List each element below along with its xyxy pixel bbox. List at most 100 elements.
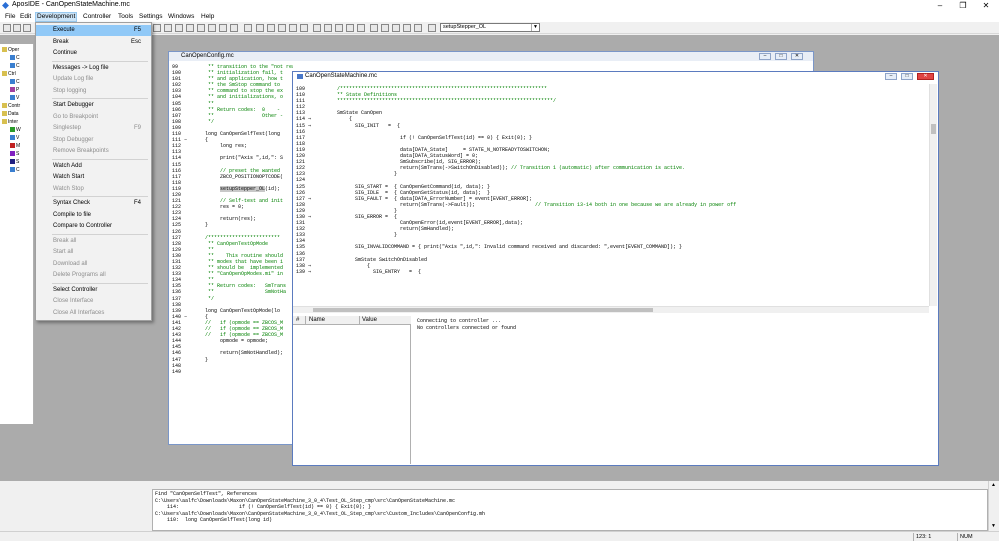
menu-file[interactable]: File bbox=[4, 13, 16, 20]
tool-icon-16[interactable] bbox=[324, 24, 332, 32]
tree-item[interactable]: V bbox=[10, 135, 19, 141]
config-maximize-icon[interactable]: □ bbox=[775, 53, 787, 60]
folder-icon[interactable] bbox=[428, 24, 436, 32]
menu-item-shortcut: Esc bbox=[130, 38, 141, 45]
tool-icon-13[interactable] bbox=[289, 24, 297, 32]
tree-item[interactable]: V bbox=[10, 95, 19, 101]
tool-icon-18[interactable] bbox=[346, 24, 354, 32]
scroll-up-icon[interactable]: ▲ bbox=[991, 482, 996, 488]
sm-code[interactable]: /***************************************… bbox=[325, 86, 927, 306]
watch-header-name[interactable]: Name bbox=[309, 317, 325, 323]
save-icon[interactable] bbox=[23, 24, 31, 32]
output-text[interactable]: Find "CanOpenSelfTest", References C:\Us… bbox=[155, 491, 485, 524]
tool-icon-6[interactable] bbox=[208, 24, 216, 32]
scroll-down-icon[interactable]: ▼ bbox=[991, 523, 996, 529]
menu-item-continue[interactable]: Continue bbox=[36, 48, 151, 59]
menu-development[interactable]: Development bbox=[35, 12, 78, 22]
tool-icon-11[interactable] bbox=[267, 24, 275, 32]
menu-item-break-all: Break all bbox=[36, 236, 151, 247]
config-minimize-icon[interactable]: – bbox=[759, 53, 771, 60]
tree-item[interactable]: Inter bbox=[2, 119, 18, 125]
tool-icon-22[interactable] bbox=[392, 24, 400, 32]
sm-code-vscroll-thumb[interactable] bbox=[931, 124, 936, 134]
tool-icon-19[interactable] bbox=[357, 24, 365, 32]
sm-maximize-icon[interactable]: □ bbox=[901, 73, 913, 80]
tree-item[interactable]: C bbox=[10, 55, 20, 61]
tree-item[interactable]: S bbox=[10, 159, 19, 165]
menu-item-watch-add[interactable]: Watch Add bbox=[36, 161, 151, 172]
output-panel: Find "CanOpenSelfTest", References C:\Us… bbox=[152, 489, 988, 531]
tool-icon-2[interactable] bbox=[164, 24, 172, 32]
tool-icon-10[interactable] bbox=[256, 24, 264, 32]
tree-item[interactable]: Ctrl bbox=[2, 71, 16, 77]
tool-icon-5[interactable] bbox=[197, 24, 205, 32]
tool-icon-4[interactable] bbox=[186, 24, 194, 32]
tree-item[interactable]: S bbox=[10, 151, 19, 157]
watch-header-value[interactable]: Value bbox=[362, 317, 377, 323]
tool-icon-23[interactable] bbox=[403, 24, 411, 32]
menu-separator bbox=[52, 282, 148, 284]
menu-item-messages-log-file[interactable]: Messages -> Log file bbox=[36, 63, 151, 74]
tool-icon-17[interactable] bbox=[335, 24, 343, 32]
tree-item[interactable]: C bbox=[10, 63, 20, 69]
menu-item-watch-start[interactable]: Watch Start bbox=[36, 172, 151, 183]
tool-icon-12[interactable] bbox=[278, 24, 286, 32]
sm-code-hscroll[interactable] bbox=[293, 306, 929, 313]
tree-item[interactable]: C bbox=[10, 79, 20, 85]
config-window-title-text: CanOpenConfig.mc bbox=[181, 53, 234, 59]
menu-controller[interactable]: Controller bbox=[82, 13, 112, 20]
menu-item-label: Close Interface bbox=[53, 298, 94, 304]
new-file-icon[interactable] bbox=[3, 24, 11, 32]
menu-item-syntax-check[interactable]: Syntax Check F4 bbox=[36, 198, 151, 209]
menu-item-execute[interactable]: Execute F5 bbox=[36, 25, 151, 36]
config-close-icon[interactable]: ✕ bbox=[791, 53, 803, 60]
menu-item-close-all-interfaces: Close All Interfaces bbox=[36, 308, 151, 319]
tree-item[interactable]: Data bbox=[2, 111, 19, 117]
menu-windows[interactable]: Windows bbox=[167, 13, 195, 20]
tree-item[interactable]: Oper bbox=[2, 47, 19, 53]
tree-item[interactable]: Contr bbox=[2, 103, 20, 109]
tree-item-label: C bbox=[16, 63, 20, 69]
tool-icon-3[interactable] bbox=[175, 24, 183, 32]
tool-icon-9[interactable] bbox=[244, 24, 252, 32]
tool-icon-8[interactable] bbox=[230, 24, 238, 32]
config-code[interactable]: ** transition to the "not ready to switc… bbox=[199, 64, 293, 444]
minimize-icon[interactable]: – bbox=[929, 0, 951, 12]
tool-icon-21[interactable] bbox=[381, 24, 389, 32]
menu-item-compare-to-controller[interactable]: Compare to Controller bbox=[36, 221, 151, 232]
menu-tools[interactable]: Tools bbox=[117, 13, 134, 20]
tool-icon-15[interactable] bbox=[313, 24, 321, 32]
menu-item-break[interactable]: Break Esc bbox=[36, 37, 151, 48]
output-vscroll[interactable]: ▲ ▼ bbox=[988, 481, 999, 531]
menu-settings[interactable]: Settings bbox=[138, 13, 164, 20]
tree-item[interactable]: W bbox=[10, 127, 21, 133]
sm-code-hscroll-thumb[interactable] bbox=[313, 308, 653, 312]
close-icon[interactable]: ✕ bbox=[975, 0, 997, 12]
tool-icon-7[interactable] bbox=[219, 24, 227, 32]
open-file-icon[interactable] bbox=[13, 24, 21, 32]
tree-node-icon bbox=[10, 143, 15, 149]
sm-window-title-text: CanOpenStateMachine.mc bbox=[305, 73, 378, 79]
sm-window: CanOpenStateMachine.mc – □ ✕ 109 110 111… bbox=[292, 71, 939, 466]
sm-close-icon[interactable]: ✕ bbox=[917, 73, 934, 80]
tool-icon-20[interactable] bbox=[370, 24, 378, 32]
sm-code-vscroll[interactable] bbox=[929, 84, 937, 306]
menu-item-start-debugger[interactable]: Start Debugger bbox=[36, 100, 151, 111]
menu-help[interactable]: Help bbox=[200, 13, 215, 20]
tool-icon-14[interactable] bbox=[300, 24, 308, 32]
maximize-icon[interactable]: ❐ bbox=[952, 0, 974, 12]
menu-separator bbox=[52, 98, 148, 99]
watch-divider bbox=[305, 316, 306, 325]
tree-item[interactable]: C bbox=[10, 167, 20, 173]
tree-node-icon bbox=[2, 119, 7, 125]
chevron-down-icon[interactable]: ▼ bbox=[531, 24, 539, 31]
tree-item[interactable]: M bbox=[10, 143, 20, 149]
menu-item-compile-to-file[interactable]: Compile to file bbox=[36, 210, 151, 221]
sm-minimize-icon[interactable]: – bbox=[885, 73, 897, 80]
menu-item-select-controller[interactable]: Select Controller bbox=[36, 285, 151, 296]
tree-item[interactable]: P bbox=[10, 87, 19, 93]
tool-icon-24[interactable] bbox=[414, 24, 422, 32]
menu-edit[interactable]: Edit bbox=[19, 13, 32, 20]
tool-icon-1[interactable] bbox=[153, 24, 161, 32]
function-combo[interactable]: setupStepper_OL ▼ bbox=[440, 23, 540, 32]
